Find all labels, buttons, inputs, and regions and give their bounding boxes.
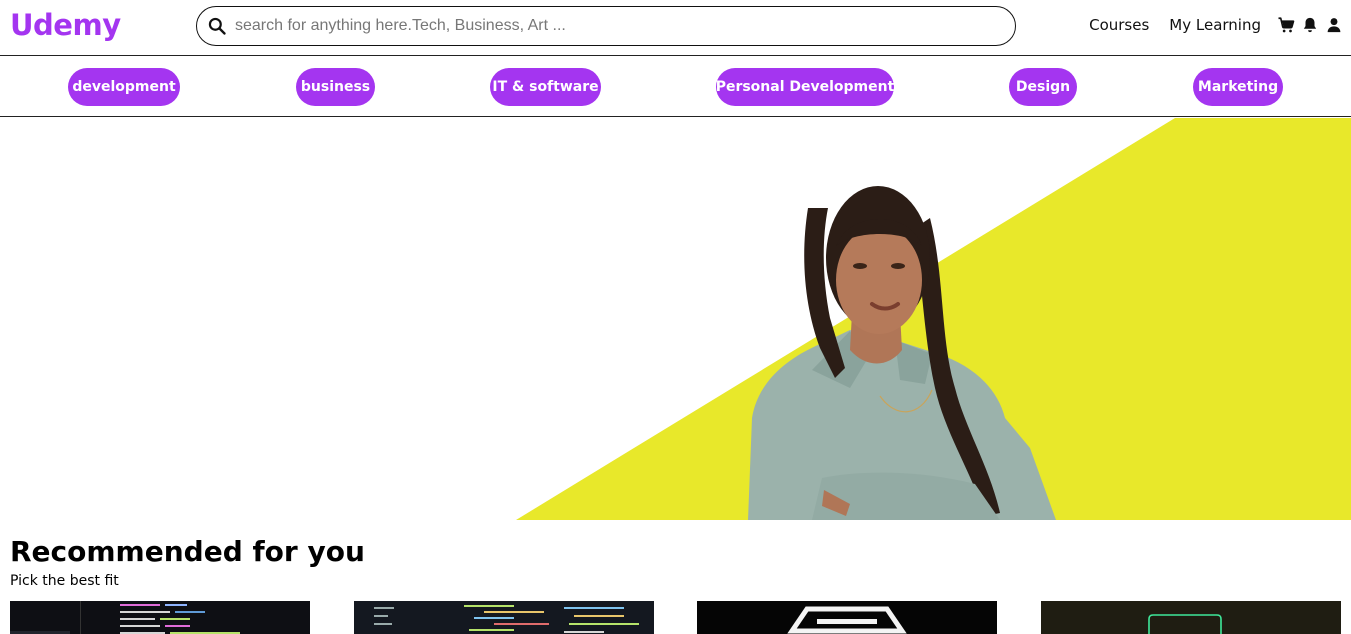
- header-nav: Courses My Learning: [1089, 16, 1343, 34]
- hexagon-light-thumbnail: [697, 601, 997, 634]
- category-bar: development business IT & software Perso…: [0, 57, 1351, 117]
- laptop-neon-thumbnail: [1041, 601, 1341, 634]
- category-marketing[interactable]: Marketing: [1193, 68, 1283, 106]
- recommended-subtitle: Pick the best fit: [10, 573, 119, 589]
- user-icon[interactable]: [1325, 16, 1343, 34]
- category-personal-development[interactable]: Personal Development: [716, 68, 894, 106]
- code-screens-thumbnail: [354, 601, 654, 634]
- hero-banner: [0, 118, 1351, 520]
- category-development[interactable]: development: [68, 68, 180, 106]
- bell-icon[interactable]: [1301, 16, 1319, 34]
- my-learning-link[interactable]: My Learning: [1169, 16, 1261, 34]
- hero-illustration: [516, 118, 1351, 520]
- course-card[interactable]: [697, 601, 997, 634]
- udemy-logo[interactable]: Udemy: [10, 8, 121, 42]
- course-card[interactable]: [354, 601, 654, 634]
- course-card[interactable]: [1041, 601, 1341, 634]
- courses-link[interactable]: Courses: [1089, 16, 1149, 34]
- top-header: Udemy Courses My Learning: [0, 0, 1351, 56]
- search-bar[interactable]: [196, 6, 1016, 46]
- code-editor-thumbnail: [10, 601, 310, 634]
- category-business[interactable]: business: [296, 68, 375, 106]
- cart-icon[interactable]: [1277, 16, 1295, 34]
- category-design[interactable]: Design: [1009, 68, 1077, 106]
- course-card[interactable]: [10, 601, 310, 634]
- recommended-title: Recommended for you: [10, 535, 365, 568]
- category-it-software[interactable]: IT & software: [490, 68, 601, 106]
- search-input[interactable]: [235, 17, 975, 35]
- search-icon: [208, 17, 226, 35]
